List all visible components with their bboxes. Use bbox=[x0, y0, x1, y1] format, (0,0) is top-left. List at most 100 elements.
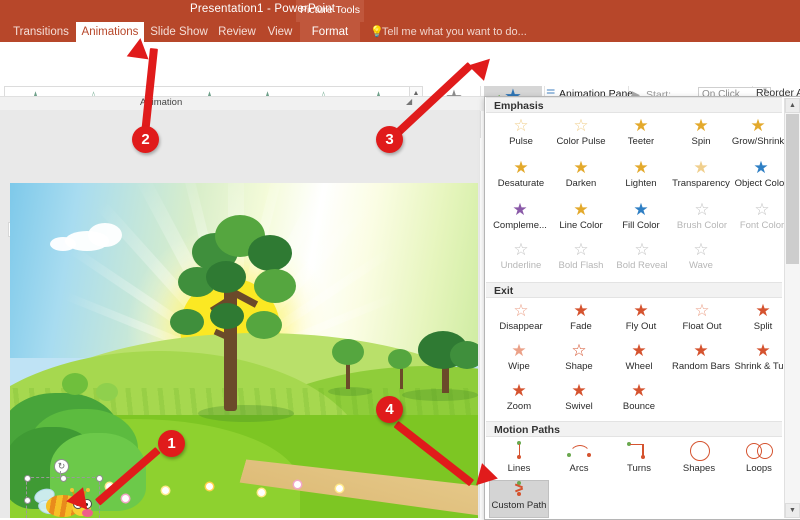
tab-review[interactable]: Review bbox=[214, 22, 260, 42]
star-icon: ☆ bbox=[694, 301, 710, 320]
tab-view[interactable]: View bbox=[260, 22, 300, 42]
effect-turns[interactable]: Turns bbox=[609, 440, 669, 482]
dropdown-scrollbar[interactable]: ▲ ▼ bbox=[784, 98, 800, 518]
tell-me-search[interactable]: 💡 Tell me what you want to do... bbox=[370, 22, 527, 42]
effect-desaturate[interactable]: ★ Desaturate bbox=[491, 158, 551, 200]
star-icon: ★ bbox=[693, 158, 709, 177]
star-icon: ☆ bbox=[634, 240, 650, 259]
scroll-up-icon[interactable]: ▲ bbox=[785, 98, 800, 113]
effect-transparency[interactable]: ★ Transparency bbox=[665, 158, 737, 200]
cloud bbox=[88, 223, 122, 247]
effect-fly-out[interactable]: ★ Fly Out bbox=[611, 301, 671, 343]
tell-me-placeholder: Tell me what you want to do... bbox=[381, 26, 527, 38]
tree-foliage bbox=[248, 235, 292, 271]
shapes-path-icon bbox=[686, 440, 712, 461]
callout-arrow-2 bbox=[100, 36, 160, 138]
flower bbox=[258, 489, 265, 496]
effect-lighten[interactable]: ★ Lighten bbox=[611, 158, 671, 200]
effect-spin[interactable]: ★ Spin bbox=[671, 116, 731, 158]
effect-pulse[interactable]: ☆ Pulse bbox=[491, 116, 551, 158]
effect-darken[interactable]: ★ Darken bbox=[551, 158, 611, 200]
custom-path-icon bbox=[506, 481, 532, 497]
effect-fill-color[interactable]: ★ Fill Color bbox=[611, 200, 671, 242]
effect-line-color[interactable]: ★ Line Color bbox=[551, 200, 611, 242]
effect-wave[interactable]: ☆ Wave bbox=[671, 240, 731, 282]
tree-foliage bbox=[210, 303, 244, 329]
star-icon: ☆ bbox=[693, 240, 709, 259]
rotation-handle[interactable]: ↻ bbox=[54, 459, 69, 474]
tree-foliage bbox=[332, 339, 364, 365]
effect-fade-exit[interactable]: ★ Fade bbox=[551, 301, 611, 343]
star-icon: ★ bbox=[512, 200, 528, 219]
star-icon: ☆ bbox=[513, 116, 529, 135]
effect-wipe-exit[interactable]: ★ Wipe bbox=[489, 341, 549, 383]
effect-underline[interactable]: ☆ Underline bbox=[491, 240, 551, 282]
tree-shadow bbox=[198, 405, 294, 422]
resize-handle-w[interactable] bbox=[24, 497, 31, 504]
star-icon: ★ bbox=[633, 200, 649, 219]
add-animation-dropdown[interactable]: Emphasis ☆ Pulse ☆ Color Pulse ★ Teeter ★ Sp… bbox=[484, 96, 800, 520]
tab-transitions[interactable]: Transitions bbox=[6, 22, 76, 42]
star-icon: ★ bbox=[513, 158, 529, 177]
section-header-emphasis: Emphasis bbox=[486, 97, 782, 113]
turns-path-icon bbox=[626, 440, 652, 460]
star-icon: ★ bbox=[631, 381, 647, 400]
star-icon: ★ bbox=[573, 301, 589, 320]
star-icon: ☆ bbox=[573, 240, 589, 259]
callout-3: 3 bbox=[376, 126, 403, 153]
tab-format[interactable]: Format bbox=[300, 22, 360, 42]
star-icon: ★ bbox=[633, 158, 649, 177]
tree-foliage bbox=[206, 261, 246, 293]
section-header-exit: Exit bbox=[486, 282, 782, 298]
picture-tools-label: Picture Tools bbox=[300, 4, 360, 16]
tree-foliage bbox=[450, 341, 478, 369]
loops-path-icon bbox=[746, 440, 773, 460]
effect-grow-shrink[interactable]: ★ Grow/Shrink bbox=[725, 116, 791, 158]
star-icon: ★ bbox=[511, 341, 527, 360]
star-icon: ★ bbox=[693, 116, 709, 135]
effect-complementary-color[interactable]: ★ Compleme... bbox=[487, 200, 553, 242]
flower bbox=[294, 481, 301, 488]
scrollbar-thumb[interactable] bbox=[786, 114, 799, 264]
effect-disappear[interactable]: ☆ Disappear bbox=[489, 301, 553, 343]
star-icon: ★ bbox=[631, 341, 647, 360]
resize-handle-n[interactable] bbox=[60, 475, 67, 482]
star-icon: ★ bbox=[633, 116, 649, 135]
star-icon: ☆ bbox=[513, 301, 529, 320]
section-header-motion-paths: Motion Paths bbox=[486, 421, 782, 437]
effect-bold-flash[interactable]: ☆ Bold Flash bbox=[549, 240, 613, 282]
effect-color-pulse[interactable]: ☆ Color Pulse bbox=[551, 116, 611, 158]
scroll-down-icon[interactable]: ▼ bbox=[785, 503, 800, 518]
tree-foliage bbox=[170, 309, 204, 335]
effect-wheel-exit[interactable]: ★ Wheel bbox=[609, 341, 669, 383]
flower bbox=[336, 485, 343, 492]
leaf-sprig bbox=[62, 373, 88, 395]
effect-teeter[interactable]: ★ Teeter bbox=[611, 116, 671, 158]
effect-float-out[interactable]: ☆ Float Out bbox=[669, 301, 735, 343]
effect-brush-color[interactable]: ☆ Brush Color bbox=[669, 200, 735, 242]
tree-foliage bbox=[388, 349, 412, 369]
effect-shape-exit[interactable]: ☆ Shape bbox=[549, 341, 609, 383]
star-icon: ★ bbox=[571, 381, 587, 400]
tree-shadow bbox=[328, 387, 372, 396]
tree-foliage bbox=[254, 269, 296, 303]
lightbulb-icon: 💡 bbox=[370, 26, 384, 38]
star-icon: ☆ bbox=[573, 116, 589, 135]
effect-arcs[interactable]: Arcs bbox=[549, 440, 609, 482]
effect-swivel[interactable]: ★ Swivel bbox=[549, 381, 609, 423]
cloud bbox=[50, 237, 76, 251]
effect-bold-reveal[interactable]: ☆ Bold Reveal bbox=[609, 240, 675, 282]
star-icon: ★ bbox=[573, 200, 589, 219]
star-icon: ☆ bbox=[571, 341, 587, 360]
flower bbox=[206, 483, 213, 490]
callout-1: 1 bbox=[158, 430, 185, 457]
tree-shadow bbox=[402, 389, 478, 401]
resize-handle-nw[interactable] bbox=[24, 475, 31, 482]
lines-path-icon bbox=[506, 440, 532, 460]
effect-shapes[interactable]: Shapes bbox=[669, 440, 729, 482]
arcs-path-icon bbox=[566, 440, 592, 460]
callout-arrow-1 bbox=[66, 440, 170, 520]
star-icon: ☆ bbox=[513, 240, 529, 259]
effect-bounce[interactable]: ★ Bounce bbox=[609, 381, 669, 423]
effect-loops[interactable]: Loops bbox=[729, 440, 789, 482]
